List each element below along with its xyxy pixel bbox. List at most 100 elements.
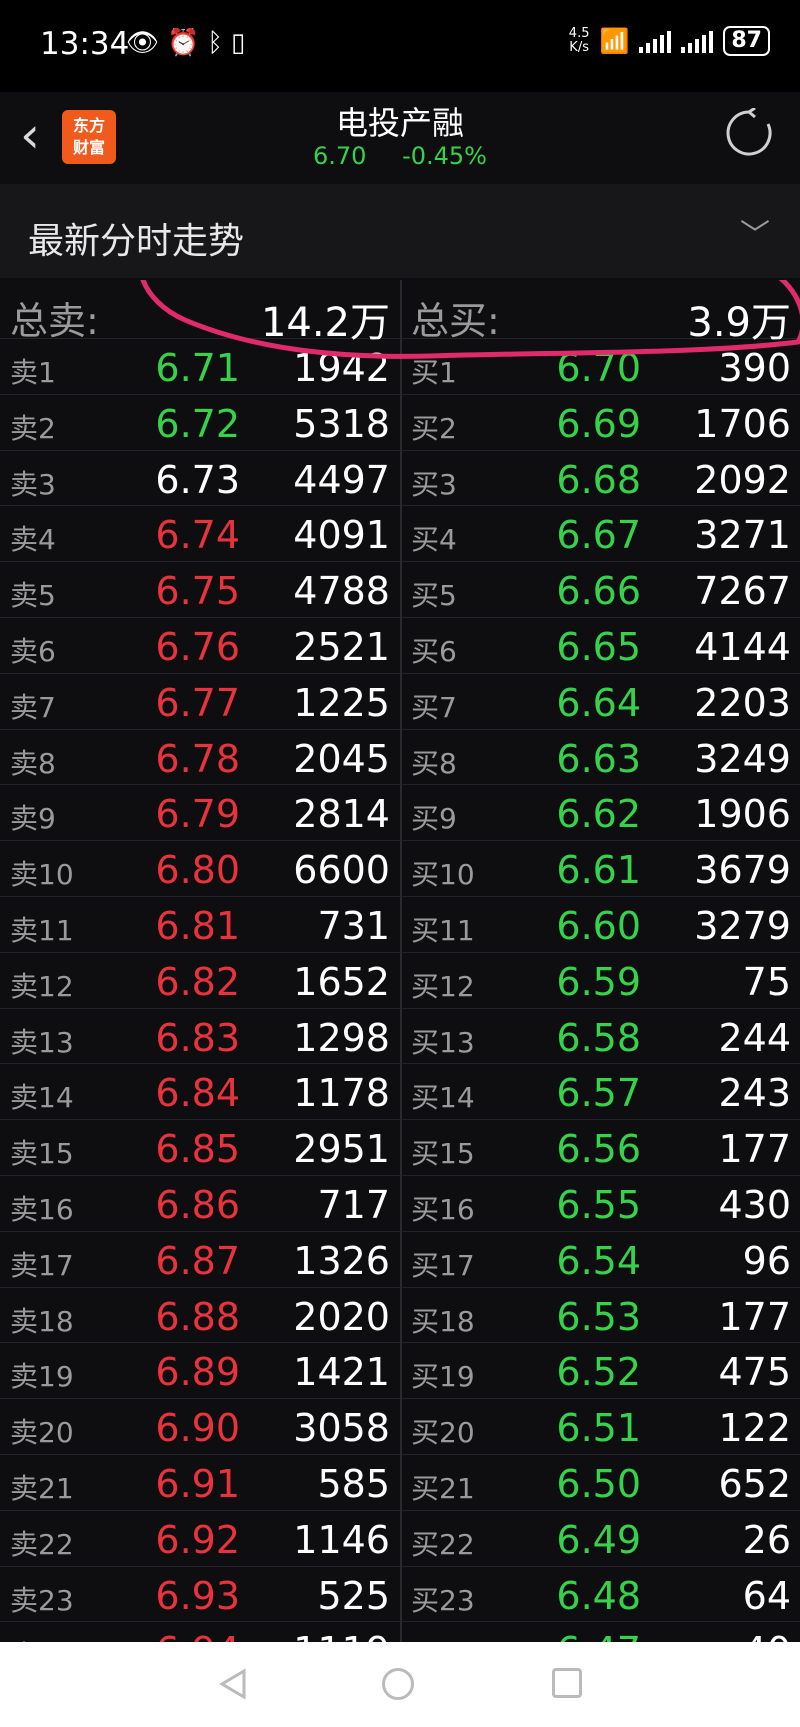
sell-level-label: 卖7 [10, 690, 56, 724]
buy-volume: 3279 [694, 903, 791, 948]
sell-level-label: 卖3 [10, 467, 56, 501]
sell-price: 6.91 [155, 1461, 240, 1506]
sell-price: 6.73 [155, 457, 240, 502]
wifi-icon: 📶 [599, 27, 630, 55]
sell-volume: 1119 [293, 1629, 390, 1642]
buy-price: 6.59 [556, 959, 641, 1004]
sell-price: 6.84 [155, 1071, 240, 1116]
sell-row: 卖23 6.93 525 [0, 1567, 400, 1623]
chevron-down-icon[interactable]: ﹀ [740, 210, 770, 254]
buy-row: 买3 6.68 2092 [401, 451, 800, 507]
sell-row: 卖7 6.77 1225 [0, 674, 400, 730]
total-sell-row: 总卖: 14.2万 [0, 280, 400, 346]
sell-row: 卖24 6.94 1119 [0, 1622, 400, 1642]
sell-level-label: 卖11 [10, 913, 74, 947]
sell-level-label: 卖6 [10, 634, 56, 668]
sell-row: 卖6 6.76 2521 [0, 618, 400, 674]
buy-price: 6.53 [556, 1294, 641, 1339]
buy-level-label: 买17 [411, 1248, 475, 1282]
buy-level-label: 买23 [411, 1583, 475, 1617]
refresh-icon[interactable] [724, 108, 774, 158]
bluetooth-icon: ᛒ [207, 28, 223, 58]
sell-volume: 585 [317, 1461, 390, 1506]
buy-row: 买11 6.60 3279 [401, 897, 800, 953]
sell-price: 6.85 [155, 1127, 240, 1172]
nav-back-icon[interactable] [218, 1668, 248, 1700]
sell-volume: 4788 [293, 569, 390, 614]
sell-level-label: 卖19 [10, 1360, 74, 1394]
sell-price: 6.77 [155, 680, 240, 725]
total-sell-label: 总卖: [10, 299, 99, 343]
sell-volume: 5318 [293, 401, 390, 446]
sell-price: 6.76 [155, 624, 240, 669]
sell-row: 卖1 6.71 1942 [0, 339, 400, 395]
sell-price: 6.93 [155, 1573, 240, 1618]
buy-row: 买22 6.49 26 [401, 1511, 800, 1567]
buy-volume: 26 [742, 1517, 791, 1562]
system-nav-bar [0, 1642, 800, 1727]
buy-row: 买23 6.48 64 [401, 1567, 800, 1623]
buy-volume: 430 [718, 1182, 791, 1227]
sell-volume: 3058 [293, 1406, 390, 1451]
buy-volume: 1706 [694, 401, 791, 446]
buy-price: 6.55 [556, 1182, 641, 1227]
signal-icon [639, 29, 672, 53]
sell-row: 卖13 6.83 1298 [0, 1009, 400, 1065]
sell-level-label: 卖23 [10, 1583, 74, 1617]
sell-row: 卖3 6.73 4497 [0, 451, 400, 507]
sell-volume: 2951 [293, 1127, 390, 1172]
buy-level-label: 买5 [411, 579, 457, 613]
sell-level-label: 卖18 [10, 1304, 74, 1338]
sell-price: 6.79 [155, 792, 240, 837]
sell-volume: 1146 [293, 1517, 390, 1562]
buy-volume: 177 [718, 1294, 791, 1339]
buy-level-label: 买4 [411, 523, 457, 557]
status-time: 13:34 [40, 26, 130, 62]
sell-level-label: 卖16 [10, 1192, 74, 1226]
sell-level-label: 卖24 [10, 1634, 74, 1642]
sell-volume: 1298 [293, 1015, 390, 1060]
sell-level-label: 卖9 [10, 802, 56, 836]
sell-row: 卖4 6.74 4091 [0, 506, 400, 563]
buy-price: 6.66 [556, 569, 641, 614]
buy-row: 买14 6.57 243 [401, 1064, 800, 1121]
net-speed: 4.5 K/s [568, 26, 590, 55]
buy-row: 买7 6.64 2203 [401, 674, 800, 730]
sell-row: 卖22 6.92 1146 [0, 1511, 400, 1567]
buy-level-label: 买13 [411, 1025, 475, 1059]
buy-price: 6.48 [556, 1573, 641, 1618]
buy-price: 6.54 [556, 1238, 641, 1283]
nav-home-icon[interactable] [382, 1668, 414, 1700]
buy-row: 买12 6.59 75 [401, 953, 800, 1009]
sell-level-label: 卖10 [10, 858, 74, 892]
buy-volume: 4144 [694, 624, 791, 669]
buy-price: 6.64 [556, 680, 641, 725]
stock-title: 电投产融 [335, 104, 464, 142]
buy-volume: 2203 [694, 680, 791, 725]
buy-price: 6.62 [556, 792, 641, 837]
sell-price: 6.72 [155, 401, 240, 446]
buy-level-label: 买9 [411, 802, 457, 836]
signal-icon [681, 29, 714, 53]
buy-price: 6.67 [556, 513, 641, 558]
sell-volume: 2521 [293, 624, 390, 669]
buy-level-label: 买20 [411, 1416, 475, 1450]
sell-volume: 2045 [293, 736, 390, 781]
trend-section-header[interactable]: 最新分时走势 ﹀ [0, 184, 800, 278]
sell-volume: 2814 [293, 792, 390, 837]
buy-level-label: 买8 [411, 746, 457, 780]
sell-level-label: 卖17 [10, 1248, 74, 1282]
sell-price: 6.94 [155, 1629, 240, 1642]
sell-volume: 731 [317, 903, 390, 948]
buy-price: 6.60 [556, 903, 641, 948]
sell-volume: 2020 [293, 1294, 390, 1339]
sell-level-label: 卖4 [10, 523, 56, 557]
sell-row: 卖5 6.75 4788 [0, 562, 400, 618]
buy-level-label: 买6 [411, 634, 457, 668]
buy-level-label: 买16 [411, 1192, 475, 1226]
nav-recent-icon[interactable] [552, 1668, 582, 1698]
buy-price: 6.52 [556, 1350, 641, 1395]
buy-row: 买1 6.70 390 [401, 339, 800, 395]
status-right-icons: 4.5 K/s 📶 87 [569, 26, 770, 56]
sell-row: 卖17 6.87 1326 [0, 1232, 400, 1288]
